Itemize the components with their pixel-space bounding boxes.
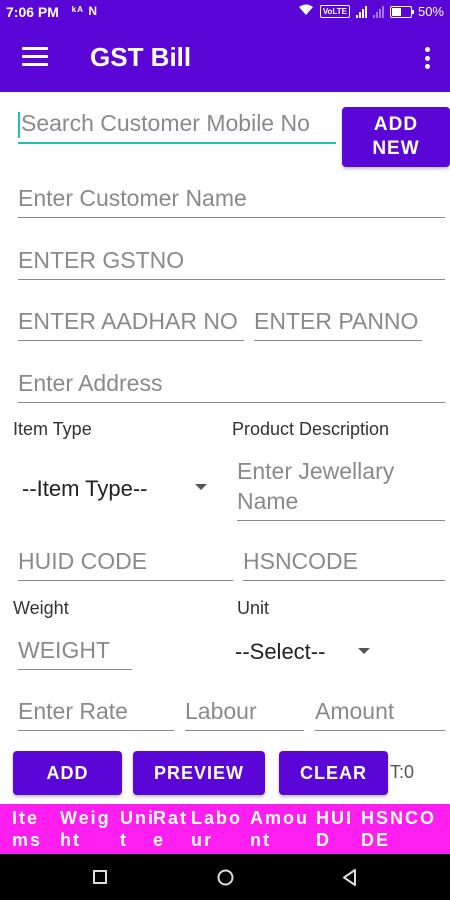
system-nav-bar [0,854,450,900]
hsncode-input[interactable]: HSNCODE [243,544,445,581]
battery-icon [389,5,414,18]
page-title: GST Bill [90,42,192,72]
items-table-header: Items Weight Unit Rate Labour Amount HUI… [0,804,450,854]
panno-input[interactable]: ENTER PANNO [254,304,422,341]
battery-percent: 50% [417,4,444,19]
header-unit: Unit [120,808,155,850]
header-huid: HUID [316,808,353,850]
header-labour: Labour [191,808,242,850]
search-customer-input[interactable]: Search Customer Mobile No [18,106,336,144]
more-options-icon[interactable] [424,47,430,69]
status-time: 7:06 PM [6,4,59,20]
weight-label: Weight [13,598,69,618]
rate-input[interactable]: Enter Rate [18,694,174,731]
header-items: Items [12,808,43,850]
preview-button[interactable]: PREVIEW [133,751,265,795]
header-amount: Amount [250,808,309,850]
jewellery-name-input[interactable]: Enter Jewellary Name [237,456,445,521]
hamburger-menu-icon[interactable] [22,47,48,67]
volte-badge: VoLTE [319,5,350,18]
header-rate: Rate [153,808,189,850]
notification-icons: ᵏᴬ N [72,4,99,18]
item-type-dropdown-icon[interactable] [195,484,207,490]
add-new-button[interactable]: ADD NEW [342,107,450,167]
address-input[interactable]: Enter Address [18,366,445,403]
header-hsncode: HSNCODE [361,808,437,850]
customer-name-input[interactable]: Enter Customer Name [18,181,445,218]
unit-label: Unit [237,598,270,618]
status-right: VoLTE 50% [298,4,444,19]
item-type-select[interactable]: --Item Type-- [22,476,148,502]
add-new-label: ADD NEW [372,114,420,159]
search-customer-placeholder: Search Customer Mobile No [21,110,310,136]
unit-dropdown-icon[interactable] [358,648,370,654]
wifi-icon [298,4,314,19]
amount-input[interactable]: Amount [315,694,445,731]
clear-button[interactable]: CLEAR [279,751,388,795]
signal-sim2-icon [372,5,384,18]
gstno-input[interactable]: ENTER GSTNO [18,243,445,280]
aadhar-input[interactable]: ENTER AADHAR NO [18,304,244,341]
total-count: T:0 [390,762,415,782]
product-description-label: Product Description [232,419,390,439]
status-bar: 7:06 PM ᵏᴬ N VoLTE 50% [0,0,450,25]
weight-input[interactable]: WEIGHT [18,633,132,670]
add-button[interactable]: ADD [13,751,122,795]
home-icon[interactable] [217,869,234,886]
unit-select[interactable]: --Select-- [235,639,325,665]
recents-icon[interactable] [93,870,107,884]
app-bar: GST Bill [0,25,450,92]
labour-input[interactable]: Labour [185,694,304,731]
huid-code-input[interactable]: HUID CODE [18,544,233,581]
back-icon[interactable] [342,869,357,886]
signal-icon [355,5,367,18]
text-cursor [18,111,20,138]
item-type-label: Item Type [13,419,92,439]
header-weight: Weight [60,808,111,850]
